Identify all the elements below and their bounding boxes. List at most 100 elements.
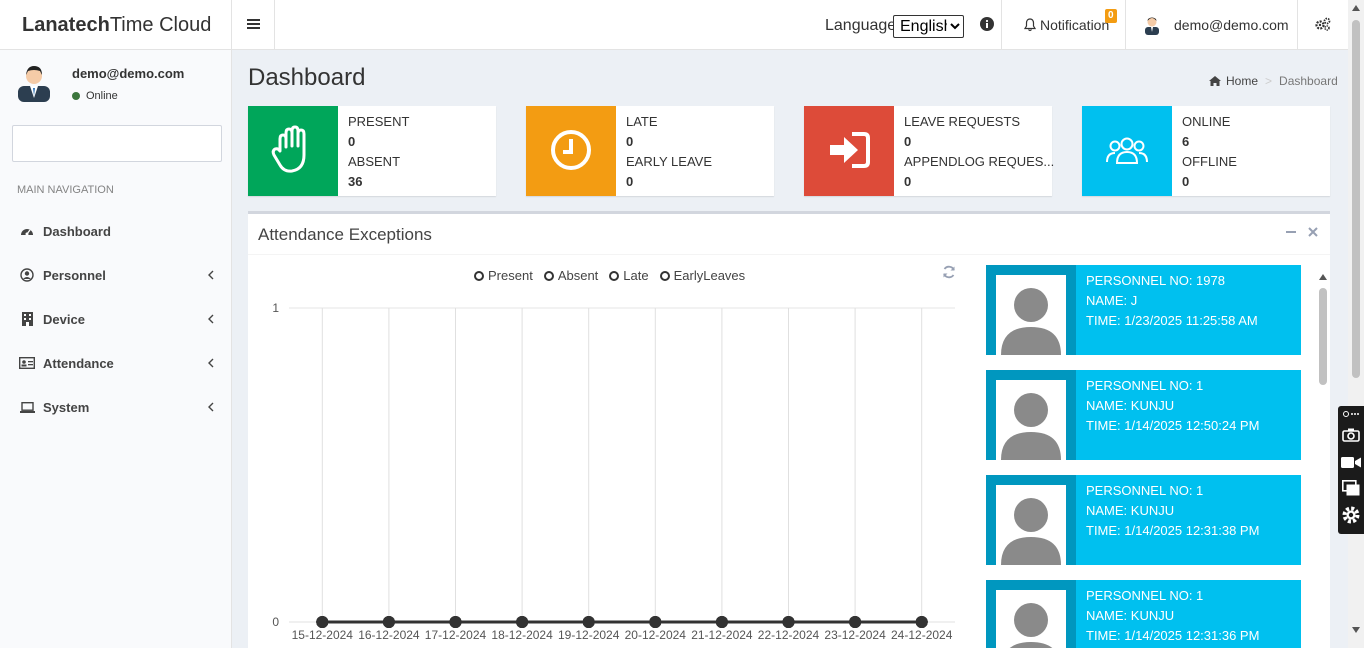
top-navbar: Language English Notification 0 demo@dem… xyxy=(232,0,1348,50)
legend-marker xyxy=(609,270,620,281)
video-camera-icon[interactable] xyxy=(1341,452,1361,472)
legend-label: Present xyxy=(488,268,533,283)
punch-time: TIME: 1/14/2025 12:31:38 PM xyxy=(1086,523,1260,538)
user-circle-icon xyxy=(19,267,35,283)
settings-icon[interactable] xyxy=(1341,505,1361,525)
punch-name: NAME: KUNJU xyxy=(1086,608,1175,623)
legend-item[interactable]: Late xyxy=(609,268,649,283)
legend-marker xyxy=(543,270,554,281)
info-box-icon-bg xyxy=(1082,106,1172,196)
sidebar-item-label: Device xyxy=(43,311,85,327)
floating-capture-toolbar xyxy=(1338,406,1364,534)
info-icon xyxy=(979,16,994,34)
notification-count-badge: 0 xyxy=(1105,9,1117,23)
y-tick-label: 0 xyxy=(272,615,279,629)
x-tick-label: 15-12-2024 xyxy=(292,628,354,642)
sidebar-toggle-button[interactable] xyxy=(232,0,275,50)
data-point xyxy=(449,616,462,628)
data-point xyxy=(316,616,329,628)
feed-scrollbar[interactable] xyxy=(1316,271,1330,648)
scroll-down-arrow-icon[interactable] xyxy=(1352,627,1360,633)
x-tick-label: 22-12-2024 xyxy=(758,628,820,642)
app-logo[interactable]: LanatechTime Cloud xyxy=(0,0,232,50)
chart-legend: Present Absent Late EarlyLeaves xyxy=(474,268,745,283)
data-point xyxy=(582,616,595,628)
sidebar-item-attendance[interactable]: Attendance xyxy=(0,341,232,385)
scroll-up-arrow-icon[interactable] xyxy=(1319,274,1327,280)
breadcrumb-current: Dashboard xyxy=(1279,74,1338,88)
legend-label: Absent xyxy=(557,268,599,283)
x-tick-label: 21-12-2024 xyxy=(691,628,753,642)
page-scrollbar[interactable] xyxy=(1348,0,1364,648)
sidebar-item-personnel[interactable]: Personnel xyxy=(0,253,232,297)
sidebar-search-input[interactable] xyxy=(12,125,222,162)
camera-icon[interactable] xyxy=(1341,425,1361,445)
data-point xyxy=(649,616,662,628)
scroll-up-arrow-icon[interactable] xyxy=(1352,5,1360,11)
x-tick-label: 18-12-2024 xyxy=(491,628,553,642)
person-placeholder-icon xyxy=(996,275,1066,355)
leave-requests-value: 0 xyxy=(904,134,912,149)
legend-item[interactable]: Absent xyxy=(543,268,599,283)
legend-label: Late xyxy=(623,268,649,283)
avatar xyxy=(1142,15,1162,35)
info-box-icon-bg xyxy=(248,106,338,196)
punch-card[interactable]: PERSONNEL NO: 1 NAME: KUNJU TIME: 1/14/2… xyxy=(986,580,1301,648)
punch-card[interactable]: PERSONNEL NO: 1 NAME: KUNJU TIME: 1/14/2… xyxy=(986,475,1301,565)
sidebar-user-avatar xyxy=(16,64,52,105)
feed-scroll-thumb[interactable] xyxy=(1319,288,1327,385)
user-status-text: Online xyxy=(86,90,118,102)
chevron-left-icon xyxy=(208,268,214,283)
control-sidebar-button[interactable] xyxy=(1298,0,1348,50)
notification-button[interactable]: Notification 0 xyxy=(1016,0,1126,50)
close-button[interactable] xyxy=(1308,227,1318,237)
sidebar-user-name: demo@demo.com xyxy=(72,66,185,81)
legend-item[interactable]: EarlyLeaves xyxy=(659,268,745,283)
info-box-icon-bg xyxy=(804,106,894,196)
info-box-present: PRESENT 0 ABSENT 36 xyxy=(248,106,496,196)
breadcrumb-home-link[interactable]: Home xyxy=(1209,74,1258,88)
attendance-chart: 0 1 15-12-2024 16-12-2024 17-12-2024 18-12-20… xyxy=(272,301,955,642)
hand-icon xyxy=(270,125,316,178)
sidebar-item-system[interactable]: System xyxy=(0,385,232,429)
data-point xyxy=(382,616,395,628)
more-icon[interactable] xyxy=(1341,408,1361,420)
breadcrumb-home-label: Home xyxy=(1226,74,1259,88)
language-select[interactable]: English xyxy=(893,15,964,38)
recent-punch-feed: PERSONNEL NO: 1978 NAME: J TIME: 1/23/20… xyxy=(986,265,1316,648)
online-label: ONLINE xyxy=(1182,114,1231,129)
punch-time: TIME: 1/14/2025 12:31:36 PM xyxy=(1086,628,1260,643)
hamburger-icon xyxy=(246,18,260,33)
refresh-button[interactable] xyxy=(942,265,956,279)
user-menu[interactable]: demo@demo.com xyxy=(1126,0,1298,50)
minus-icon xyxy=(1286,227,1296,237)
gears-icon xyxy=(1315,17,1331,34)
notification-label: Notification xyxy=(1040,17,1110,33)
info-button[interactable] xyxy=(972,0,1002,50)
window-icon[interactable] xyxy=(1341,478,1361,498)
legend-marker xyxy=(474,270,484,281)
punch-card[interactable]: PERSONNEL NO: 1978 NAME: J TIME: 1/23/20… xyxy=(986,265,1301,355)
x-tick-label: 17-12-2024 xyxy=(425,628,487,642)
page-title: Dashboard xyxy=(248,64,366,91)
late-value: 0 xyxy=(626,134,634,149)
id-card-icon xyxy=(19,355,35,371)
collapse-button[interactable] xyxy=(1286,227,1296,237)
chevron-left-icon xyxy=(208,400,214,415)
close-icon xyxy=(1308,227,1318,237)
data-point xyxy=(782,616,795,628)
sidebar-item-dashboard[interactable]: Dashboard xyxy=(0,209,232,253)
legend-item[interactable]: Present xyxy=(474,268,533,283)
sidebar-item-device[interactable]: Device xyxy=(0,297,232,341)
data-point xyxy=(849,616,862,628)
language-label: Language xyxy=(825,17,897,34)
sidebar-item-label: System xyxy=(43,399,90,415)
punch-personnel-no: PERSONNEL NO: 1 xyxy=(1086,483,1204,498)
chevron-left-icon xyxy=(208,312,214,327)
user-status[interactable]: Online xyxy=(72,90,118,102)
data-point xyxy=(516,616,529,628)
page-scroll-thumb[interactable] xyxy=(1352,20,1360,378)
sidebar: demo@demo.com Online MAIN NAVIGATION Das… xyxy=(0,50,232,648)
early-leave-value: 0 xyxy=(626,174,634,189)
punch-card[interactable]: PERSONNEL NO: 1 NAME: KUNJU TIME: 1/14/2… xyxy=(986,370,1301,460)
